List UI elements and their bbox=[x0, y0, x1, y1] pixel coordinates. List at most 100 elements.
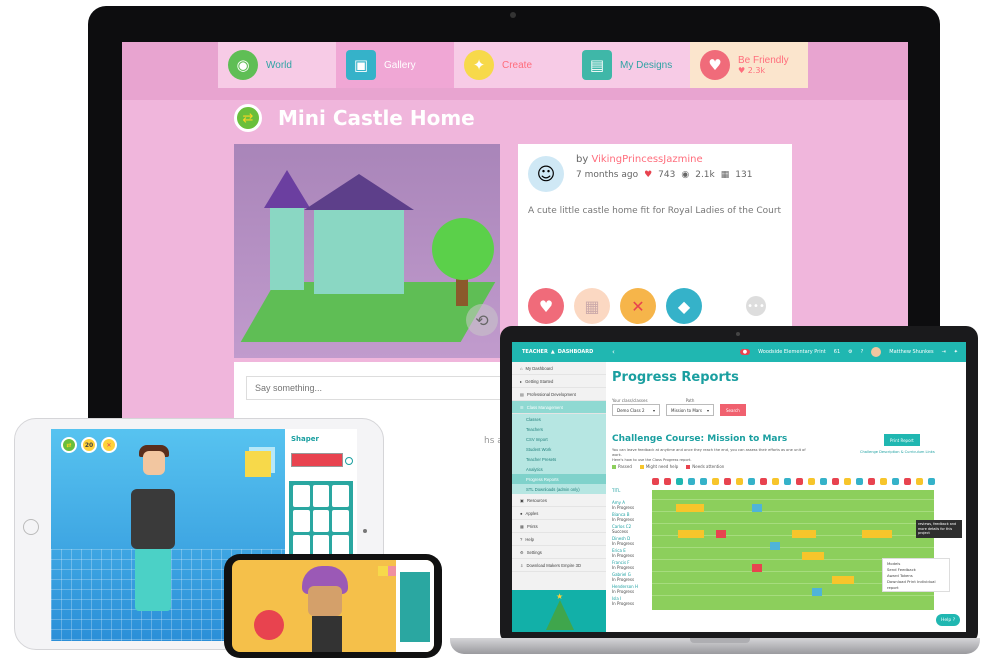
sidebar-item-download[interactable]: ⇩ Download Makers Empire 3D bbox=[512, 559, 606, 572]
grid-button[interactable]: ▦ bbox=[574, 288, 610, 324]
challenge-icon[interactable] bbox=[844, 478, 851, 485]
sidebar-item-prints[interactable]: ▦ Prints bbox=[512, 520, 606, 533]
dislike-button[interactable]: ✕ bbox=[620, 288, 656, 324]
cell-submitted[interactable] bbox=[770, 542, 780, 550]
like-button[interactable]: ♥ bbox=[528, 288, 564, 324]
student-row[interactable]: Dinesh D In Progress bbox=[612, 536, 652, 548]
cell-help[interactable] bbox=[862, 530, 892, 538]
shape-item[interactable] bbox=[312, 485, 330, 507]
challenge-icon[interactable] bbox=[652, 478, 659, 485]
home-button[interactable] bbox=[23, 519, 39, 535]
sidebar-item-apples[interactable]: ● Apples bbox=[512, 507, 606, 520]
tab-create[interactable]: ✦ Create bbox=[454, 42, 572, 88]
sidebar-sub-analytics[interactable]: Analytics bbox=[512, 464, 606, 474]
challenge-icon[interactable] bbox=[676, 478, 683, 485]
challenge-icon[interactable] bbox=[712, 478, 719, 485]
sidebar-sub-csv-import[interactable]: CSV Import bbox=[512, 434, 606, 444]
tab-world[interactable]: ◉ World bbox=[218, 42, 336, 88]
shape-item[interactable] bbox=[293, 485, 310, 507]
sidebar-item-getting-started[interactable]: ▸ Getting Started bbox=[512, 375, 606, 388]
challenge-link[interactable]: Challenge Description & Curriculum Links bbox=[860, 450, 935, 454]
sidebar-sub-teacher-presets[interactable]: Teacher Presets bbox=[512, 454, 606, 464]
tab-be-friendly[interactable]: ♥ Be Friendly ♥ 2.3k bbox=[690, 42, 808, 88]
cell-help[interactable] bbox=[678, 530, 704, 538]
path-select[interactable]: Mission to Mars ▾ bbox=[666, 404, 714, 416]
sidebar-item-help[interactable]: ? Help bbox=[512, 533, 606, 546]
shape-item[interactable] bbox=[312, 510, 330, 532]
challenge-icon[interactable] bbox=[820, 478, 827, 485]
challenge-icon[interactable] bbox=[688, 478, 695, 485]
more-icon[interactable]: ••• bbox=[746, 296, 766, 316]
school-name[interactable]: Woodside Elementary Print bbox=[758, 349, 826, 355]
user-name[interactable]: Matthew Shunkes bbox=[889, 349, 933, 355]
sidebar-item-class-management[interactable]: ☰ Class Management bbox=[512, 401, 606, 414]
shape-item[interactable] bbox=[332, 485, 349, 507]
sidebar-item-resources[interactable]: ▣ Resources bbox=[512, 494, 606, 507]
student-row[interactable]: Amy A In Progress bbox=[612, 500, 652, 512]
gear-icon[interactable]: ⚙ bbox=[848, 349, 852, 355]
share-icon[interactable]: ✦ bbox=[954, 349, 958, 355]
student-row[interactable]: Francis F In Progress bbox=[612, 560, 652, 572]
challenge-icon[interactable] bbox=[916, 478, 923, 485]
design-preview[interactable]: ⟲ bbox=[234, 144, 500, 358]
close-icon[interactable]: ✕ bbox=[101, 437, 117, 453]
cube-icon[interactable] bbox=[378, 566, 388, 576]
cell-submitted[interactable] bbox=[752, 504, 762, 512]
cell-help[interactable] bbox=[832, 576, 854, 584]
challenge-icon[interactable] bbox=[724, 478, 731, 485]
progress-cells[interactable] bbox=[652, 490, 934, 610]
cell-help[interactable] bbox=[676, 504, 704, 512]
logout-icon[interactable]: ⇥ bbox=[942, 349, 946, 355]
challenge-icon[interactable] bbox=[736, 478, 743, 485]
cell-submitted[interactable] bbox=[812, 588, 822, 596]
cell-attention[interactable] bbox=[752, 564, 762, 572]
menu-item-download-report[interactable]: Download Print Individual report bbox=[887, 579, 945, 591]
challenge-icon[interactable] bbox=[772, 478, 779, 485]
tab-gallery[interactable]: ▣ Gallery bbox=[336, 42, 454, 88]
challenge-icon[interactable] bbox=[880, 478, 887, 485]
student-row[interactable]: Bianca B In Progress bbox=[612, 512, 652, 524]
user-avatar[interactable] bbox=[871, 347, 882, 357]
challenge-icon[interactable] bbox=[760, 478, 767, 485]
challenge-icon[interactable] bbox=[664, 478, 671, 485]
student-row[interactable]: Isla I In Progress bbox=[612, 596, 652, 608]
challenge-icon[interactable] bbox=[796, 478, 803, 485]
shape-item[interactable] bbox=[293, 510, 310, 532]
author-avatar[interactable]: ☺ bbox=[528, 156, 564, 192]
tab-my-designs[interactable]: ▤ My Designs bbox=[572, 42, 690, 88]
challenge-icon[interactable] bbox=[928, 478, 935, 485]
sidebar-item-professional-development[interactable]: ▤ Professional Development bbox=[512, 388, 606, 401]
shape-item[interactable] bbox=[332, 510, 349, 532]
print-report-button[interactable]: Print Report bbox=[884, 434, 920, 446]
challenge-icon[interactable] bbox=[856, 478, 863, 485]
challenge-icon[interactable] bbox=[700, 478, 707, 485]
rotate-view-button[interactable]: ⟲ bbox=[466, 304, 498, 336]
cell-help[interactable] bbox=[792, 530, 816, 538]
sidebar-item-settings[interactable]: ⚙ Settings bbox=[512, 546, 606, 559]
sidebar-item-dashboard[interactable]: ⌂ My Dashboard bbox=[512, 362, 606, 375]
student-row[interactable]: Carlos C2 Success bbox=[612, 524, 652, 536]
student-row[interactable]: Erica E In Progress bbox=[612, 548, 652, 560]
sidebar-sub-progress-reports[interactable]: Progress Reports bbox=[512, 474, 606, 484]
sidebar-sub-student-work[interactable]: Student Work bbox=[512, 444, 606, 454]
search-button[interactable]: Search bbox=[720, 404, 746, 416]
cube-icon[interactable] bbox=[388, 566, 396, 576]
cell-attention[interactable] bbox=[716, 530, 726, 538]
token-badge[interactable]: 20 bbox=[81, 437, 97, 453]
challenge-icon[interactable] bbox=[892, 478, 899, 485]
sidebar-sub-stl-downloads[interactable]: STL Downloads (admin only) bbox=[512, 484, 606, 494]
comment-input[interactable] bbox=[246, 376, 506, 400]
back-chevron-icon[interactable]: ‹ bbox=[612, 348, 615, 356]
sidebar-sub-teachers[interactable]: Teachers bbox=[512, 424, 606, 434]
cube-icon[interactable] bbox=[245, 451, 271, 477]
student-row[interactable]: Gabriel G In Progress bbox=[612, 572, 652, 584]
notification-badge[interactable]: ● bbox=[739, 349, 751, 355]
cell-help[interactable] bbox=[802, 552, 824, 560]
challenge-icon[interactable] bbox=[784, 478, 791, 485]
challenge-icon[interactable] bbox=[808, 478, 815, 485]
challenge-icon[interactable] bbox=[748, 478, 755, 485]
fish-button[interactable]: ◆ bbox=[666, 288, 702, 324]
remix-icon[interactable]: ⇄ bbox=[61, 437, 77, 453]
challenge-icon[interactable] bbox=[904, 478, 911, 485]
chevron-down-icon[interactable] bbox=[345, 457, 353, 465]
